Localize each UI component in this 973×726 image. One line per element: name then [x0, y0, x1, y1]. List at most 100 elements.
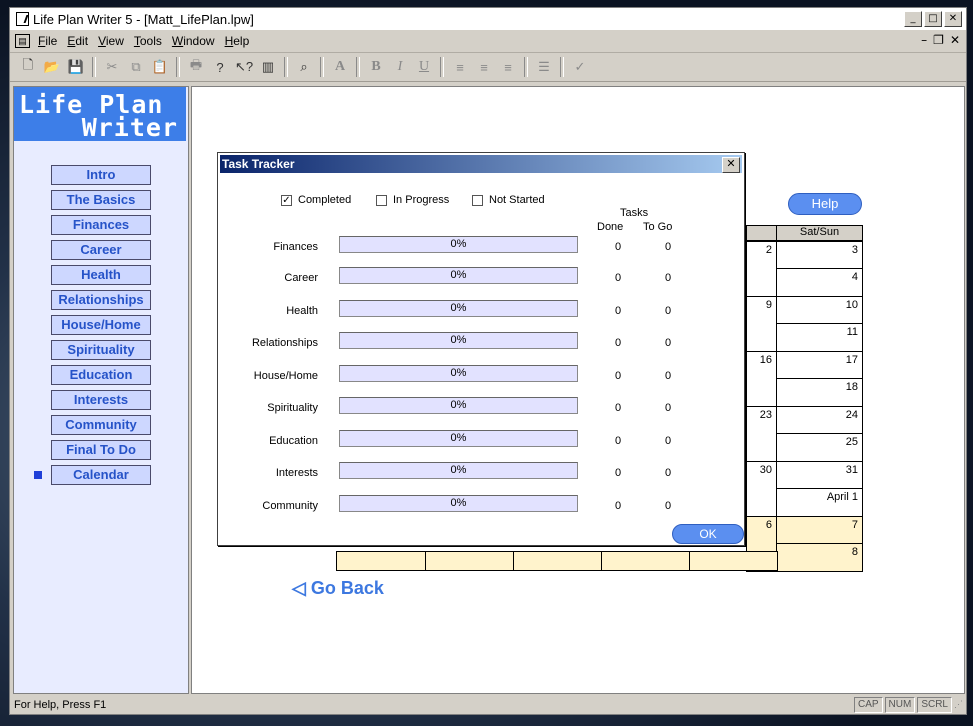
menu-label-rest: iew [105, 34, 124, 48]
calendar-day-fri[interactable]: 23 [746, 406, 777, 462]
calendar-day-sun[interactable]: 4 [776, 268, 863, 297]
nav-relationships-button[interactable]: Relationships [51, 290, 151, 310]
help-button[interactable]: Help [788, 193, 862, 215]
paste-icon[interactable]: 📋 [148, 56, 172, 78]
togo-count: 0 [664, 305, 672, 317]
calendar-day-sun[interactable]: 8 [776, 543, 863, 572]
nav-career-button[interactable]: Career [51, 240, 151, 260]
nav-spirituality-button[interactable]: Spirituality [51, 340, 151, 360]
menu-tools[interactable]: Tools [132, 34, 170, 48]
calendar-day-empty [513, 551, 602, 571]
checkbox-box[interactable] [376, 194, 387, 206]
open-folder-icon[interactable]: 📂 [40, 56, 64, 78]
calendar-day-fri[interactable]: 2 [746, 241, 777, 297]
bullets-icon[interactable]: ☰ [532, 56, 556, 78]
nav-calendar-button[interactable]: Calendar [51, 465, 151, 485]
filter-in-progress-checkbox[interactable]: In Progress [376, 194, 449, 206]
mdi-minimize-button[interactable]: – [921, 33, 927, 47]
dialog-close-button[interactable]: ✕ [722, 157, 740, 173]
mdi-close-button[interactable]: ✕ [950, 33, 960, 47]
calendar-day-sat[interactable]: 10 [776, 296, 863, 324]
find-icon[interactable]: ⌕ [292, 56, 316, 78]
progress-bar: 0% [339, 236, 578, 253]
done-count: 0 [614, 402, 622, 414]
togo-count: 0 [664, 500, 672, 512]
calendar-day-sat[interactable]: 31 [776, 461, 863, 489]
menu-window[interactable]: Window [170, 34, 223, 48]
ok-button[interactable]: OK [672, 524, 744, 544]
nav-final-to-do-button[interactable]: Final To Do [51, 440, 151, 460]
category-label: Finances [273, 241, 318, 253]
checkbox-box[interactable]: ✓ [281, 194, 292, 206]
menu-label-rest: dit [75, 34, 89, 48]
menu-edit[interactable]: Edit [65, 34, 96, 48]
nav-intro-button[interactable]: Intro [51, 165, 151, 185]
mdi-restore-button[interactable]: ❐ [933, 33, 944, 47]
title-bar[interactable]: Life Plan Writer 5 - [Matt_LifePlan.lpw]… [10, 8, 966, 30]
menu-view[interactable]: View [96, 34, 132, 48]
close-button[interactable]: ✕ [944, 11, 962, 27]
maximize-button[interactable]: □ [924, 11, 942, 27]
dialog-title-bar[interactable]: Task Tracker ✕ [220, 155, 742, 173]
spell-check-icon[interactable]: ✓ [568, 56, 592, 78]
num-indicator: NUM [884, 697, 916, 713]
togo-count: 0 [664, 402, 672, 414]
copy-icon[interactable]: ⧉ [124, 56, 148, 78]
calendar-day-fri[interactable]: 9 [746, 296, 777, 352]
calendar-day-sun[interactable]: April 1 [776, 488, 863, 517]
done-count: 0 [614, 305, 622, 317]
help-icon[interactable]: ? [208, 56, 232, 78]
sidebar: Life Plan Writer Intro The Basics Finances… [13, 86, 189, 694]
calendar-day-fri[interactable]: 30 [746, 461, 777, 517]
context-help-icon[interactable]: ↖? [232, 56, 256, 78]
checkbox-box[interactable] [472, 194, 483, 206]
calendar-day-sat[interactable]: 7 [776, 516, 863, 544]
underline-icon[interactable]: U [412, 56, 436, 78]
font-icon[interactable]: A [328, 56, 352, 78]
calendar-day-sun[interactable]: 18 [776, 378, 863, 407]
menu-label-rest: ools [139, 34, 162, 48]
new-file-icon[interactable]: 🗋 [16, 56, 40, 78]
go-back-link[interactable]: ◁ Go Back [292, 578, 384, 599]
done-count: 0 [614, 435, 622, 447]
calendar-day-empty [425, 551, 514, 571]
nav-health-button[interactable]: Health [51, 265, 151, 285]
nav-interests-button[interactable]: Interests [51, 390, 151, 410]
nav-finances-button[interactable]: Finances [51, 215, 151, 235]
notes-icon[interactable]: ▥ [256, 56, 280, 78]
italic-icon[interactable]: I [388, 56, 412, 78]
done-count: 0 [614, 370, 622, 382]
calendar-day-sun[interactable]: 11 [776, 323, 863, 352]
nav-the-basics-button[interactable]: The Basics [51, 190, 151, 210]
filter-not-started-checkbox[interactable]: Not Started [472, 194, 545, 206]
app-logo: Life Plan Writer [14, 87, 186, 141]
nav-education-button[interactable]: Education [51, 365, 151, 385]
nav-community-button[interactable]: Community [51, 415, 151, 435]
save-icon[interactable]: 💾 [64, 56, 88, 78]
menu-file[interactable]: File [36, 34, 65, 48]
cut-icon[interactable]: ✂ [100, 56, 124, 78]
calendar-day-sun[interactable]: 25 [776, 433, 863, 462]
calendar-day-empty [689, 551, 778, 571]
app-icon[interactable] [16, 12, 29, 26]
align-center-icon[interactable]: ≡ [472, 56, 496, 78]
print-icon[interactable]: 🖶 [184, 56, 208, 78]
minimize-button[interactable]: _ [904, 11, 922, 27]
filter-completed-checkbox[interactable]: ✓ Completed [281, 194, 351, 206]
calendar-day-fri[interactable]: 16 [746, 351, 777, 407]
resize-grip-icon[interactable]: ⋰ [954, 699, 966, 711]
menu-bar: ▤ File Edit View Tools Window Help – ❐ ✕ [10, 30, 966, 53]
document-icon[interactable]: ▤ [15, 34, 30, 48]
calendar-day-sat[interactable]: 17 [776, 351, 863, 379]
align-right-icon[interactable]: ≡ [496, 56, 520, 78]
progress-bar: 0% [339, 267, 578, 284]
menu-label-rest: indow [183, 34, 215, 48]
calendar-day-sat[interactable]: 24 [776, 406, 863, 434]
bold-icon[interactable]: B [364, 56, 388, 78]
menu-help[interactable]: Help [223, 34, 258, 48]
scroll-indicator: SCRL [917, 697, 952, 713]
calendar-day-sat[interactable]: 3 [776, 241, 863, 269]
align-left-icon[interactable]: ≡ [448, 56, 472, 78]
checkbox-label: Not Started [489, 194, 545, 206]
nav-house-home-button[interactable]: House/Home [51, 315, 151, 335]
